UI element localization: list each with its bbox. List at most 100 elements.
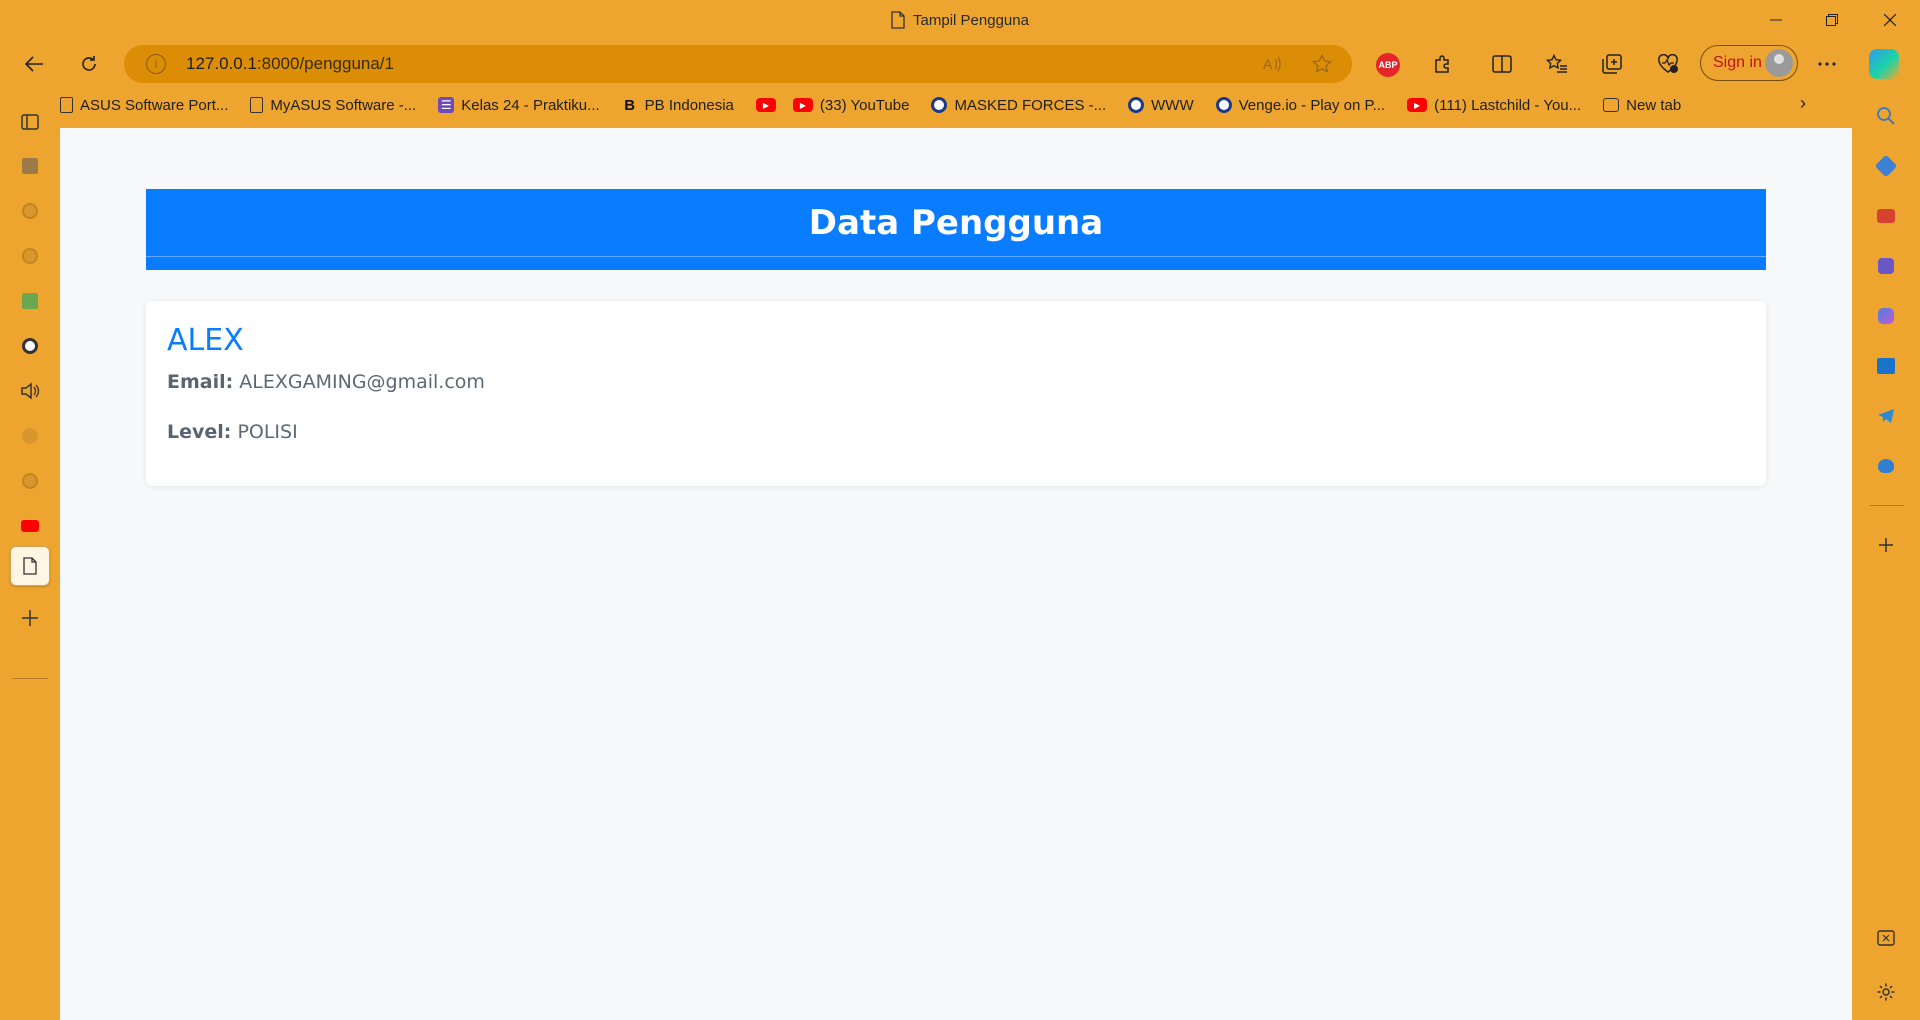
url-text[interactable]: 127.0.0.1:8000/pengguna/1 xyxy=(186,54,394,74)
heart-pulse-icon xyxy=(1658,54,1678,73)
sidebar-divider xyxy=(1870,505,1904,506)
youtube-icon: ▶ xyxy=(1407,98,1428,112)
document-icon xyxy=(60,97,73,113)
split-screen-button[interactable] xyxy=(1484,46,1520,82)
new-tab-plus-icon[interactable] xyxy=(14,602,46,634)
copilot-sidebar-icon[interactable] xyxy=(1872,302,1900,330)
browser-toolbar: i 127.0.0.1:8000/pengguna/1 A ABP Sign i… xyxy=(0,40,1920,88)
close-button[interactable] xyxy=(1862,0,1918,40)
arrow-left-icon xyxy=(24,56,43,72)
avatar xyxy=(1765,49,1793,77)
address-bar[interactable]: i 127.0.0.1:8000/pengguna/1 A xyxy=(124,45,1352,83)
screenshot-icon[interactable] xyxy=(1872,924,1900,952)
back-button[interactable] xyxy=(16,46,52,82)
favorites-button[interactable] xyxy=(1539,46,1575,82)
active-tab-document-icon[interactable] xyxy=(10,546,50,586)
youtube-icon: ▶ xyxy=(755,98,776,112)
search-site-icon[interactable] xyxy=(14,420,46,452)
pb-icon: B xyxy=(624,96,636,114)
chevron-right-icon[interactable]: › xyxy=(1800,93,1806,114)
favorite-star-icon[interactable] xyxy=(1310,52,1334,76)
adblock-plus-icon[interactable]: ABP xyxy=(1376,53,1400,77)
games-icon[interactable] xyxy=(1872,252,1900,280)
more-horizontal-icon xyxy=(1818,62,1836,66)
bookmark-item[interactable]: B PB Indonesia xyxy=(622,97,734,114)
email-label: Email: xyxy=(167,371,234,393)
svg-text:A: A xyxy=(1263,56,1273,72)
github-icon[interactable] xyxy=(14,240,46,272)
search-icon[interactable] xyxy=(1872,102,1900,130)
bookmarks-bar: ASUS Software Port... MyASUS Software -.… xyxy=(60,88,1850,122)
split-screen-icon xyxy=(1492,55,1512,73)
bird-icon[interactable] xyxy=(1872,452,1900,480)
globe-icon xyxy=(931,97,948,113)
youtube-icon[interactable] xyxy=(14,510,46,542)
restore-icon xyxy=(1826,14,1838,26)
bookmark-item[interactable]: MASKED FORCES -... xyxy=(931,97,1106,114)
bookmark-item[interactable]: MyASUS Software -... xyxy=(250,97,416,114)
gear-icon[interactable] xyxy=(1872,978,1900,1006)
sheets-icon[interactable] xyxy=(14,285,46,317)
level-value: POLISI xyxy=(237,421,298,443)
bookmark-item[interactable]: ☰ Kelas 24 - Praktiku... xyxy=(438,97,600,114)
vertical-tabs-sidebar xyxy=(0,88,60,1020)
close-icon xyxy=(1884,14,1896,26)
refresh-button[interactable] xyxy=(71,46,107,82)
bookmark-item[interactable]: ASUS Software Port... xyxy=(60,97,228,114)
settings-more-button[interactable] xyxy=(1809,46,1845,82)
collections-button[interactable] xyxy=(1594,46,1630,82)
window-title-text: Tampil Pengguna xyxy=(913,11,1029,29)
telegram-icon[interactable] xyxy=(1872,402,1900,430)
youtube-icon: ▶ xyxy=(792,98,813,112)
copilot-icon[interactable] xyxy=(1869,49,1899,79)
edge-sidebar xyxy=(1852,88,1920,1020)
add-sidebar-plus-icon[interactable] xyxy=(1872,531,1900,559)
tab-favicon-icon[interactable] xyxy=(14,150,46,182)
page-viewport: Data Pengguna ALEX Email: ALEXGAMING@gma… xyxy=(60,128,1852,1020)
extensions-button[interactable] xyxy=(1425,46,1461,82)
user-name: ALEX xyxy=(167,323,244,358)
refresh-icon xyxy=(82,56,96,71)
shopping-tag-icon[interactable] xyxy=(1872,152,1900,180)
sign-in-label: Sign in xyxy=(1713,54,1762,71)
bookmark-item[interactable]: ▶ (33) YouTube xyxy=(792,97,909,114)
globe-icon xyxy=(1215,97,1232,113)
favorites-list-icon xyxy=(1546,54,1567,73)
speaker-icon[interactable] xyxy=(14,375,46,407)
github-icon[interactable] xyxy=(14,195,46,227)
read-aloud-icon[interactable]: A xyxy=(1260,52,1284,76)
globe-icon xyxy=(1128,97,1145,113)
document-icon xyxy=(891,11,905,29)
window-title: Tampil Pengguna xyxy=(0,0,1920,40)
page-title: Data Pengguna xyxy=(808,203,1104,243)
tab-icon xyxy=(1603,98,1620,112)
user-card: ALEX Email: ALEXGAMING@gmail.com Level: … xyxy=(146,301,1766,486)
sidebar-divider xyxy=(12,678,48,679)
bookmark-item[interactable]: Venge.io - Play on P... xyxy=(1215,97,1385,114)
bookmark-item[interactable]: New tab xyxy=(1603,97,1681,114)
browser-essentials-button[interactable] xyxy=(1650,46,1686,82)
minimize-button[interactable] xyxy=(1748,0,1804,40)
restore-button[interactable] xyxy=(1804,0,1860,40)
bookmark-item[interactable]: ▶ (111) Lastchild - You... xyxy=(1407,97,1581,114)
form-icon: ☰ xyxy=(438,97,455,113)
title-bar: Tampil Pengguna xyxy=(0,0,1920,40)
collections-icon xyxy=(1602,54,1622,74)
outlook-icon[interactable] xyxy=(1872,352,1900,380)
chatgpt-icon[interactable] xyxy=(14,330,46,362)
bookmark-item[interactable]: WWW xyxy=(1128,97,1194,114)
site-info-icon[interactable]: i xyxy=(146,54,166,74)
email-value: ALEXGAMING@gmail.com xyxy=(239,371,485,393)
puzzle-icon xyxy=(1435,55,1449,73)
bookmark-item[interactable]: ▶ xyxy=(755,98,783,112)
minimize-icon xyxy=(1770,19,1782,21)
header-divider xyxy=(146,256,1766,257)
level-row: Level: POLISI xyxy=(167,421,298,443)
tools-briefcase-icon[interactable] xyxy=(1872,202,1900,230)
email-row: Email: ALEXGAMING@gmail.com xyxy=(167,371,485,393)
github-icon[interactable] xyxy=(14,465,46,497)
page-header: Data Pengguna xyxy=(146,189,1766,270)
tab-actions-icon[interactable] xyxy=(14,106,46,138)
sign-in-button[interactable]: Sign in xyxy=(1700,45,1798,81)
document-icon xyxy=(250,97,264,113)
